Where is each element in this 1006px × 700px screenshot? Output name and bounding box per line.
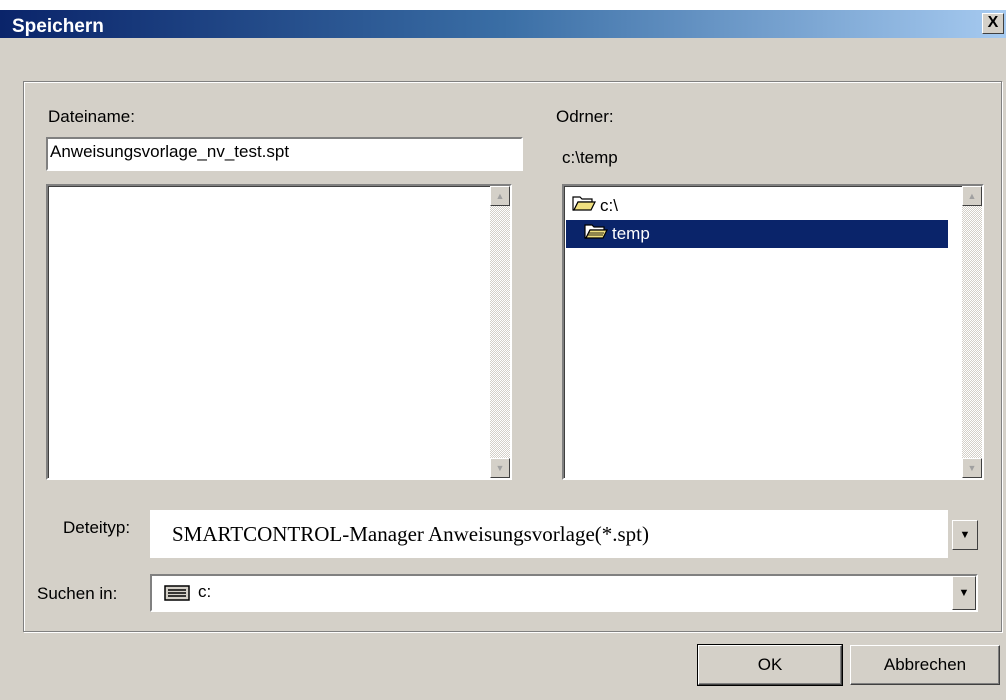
scroll-up-button[interactable]: ▲: [962, 186, 982, 206]
save-dialog: Speichern X Dateiname: Anweisungsvorlage…: [0, 0, 1006, 700]
tree-item-temp[interactable]: temp: [566, 220, 948, 248]
tree-item-root[interactable]: c:\: [572, 192, 618, 220]
lookin-label: Suchen in:: [37, 584, 117, 604]
folder-tree-scrollbar[interactable]: ▲ ▼: [962, 186, 982, 478]
close-icon: X: [987, 14, 999, 31]
scroll-down-button[interactable]: ▼: [962, 458, 982, 478]
lookin-select[interactable]: c: ▼: [150, 574, 978, 612]
dialog-title: Speichern: [12, 16, 104, 37]
scroll-down-button[interactable]: ▼: [490, 458, 510, 478]
open-folder-icon: [584, 221, 608, 249]
filename-label: Dateiname:: [48, 107, 135, 127]
filetype-value: SMARTCONTROL-Manager Anweisungsvorlage(*…: [150, 510, 948, 558]
folder-label-text: Odrner:: [556, 107, 614, 126]
current-folder-path: c:\temp: [562, 148, 618, 167]
title-bar[interactable]: Speichern X: [0, 0, 1006, 38]
filetype-select[interactable]: SMARTCONTROL-Manager Anweisungsvorlage(*…: [150, 510, 978, 558]
folder-label: Odrner:: [556, 107, 614, 127]
lookin-label-text: Suchen in:: [37, 584, 118, 603]
chevron-down-icon[interactable]: ▼: [952, 576, 976, 610]
scroll-up-button[interactable]: ▲: [490, 186, 510, 206]
filename-label-text: Dateiname:: [48, 107, 135, 126]
drive-value: c:: [198, 582, 212, 601]
open-folder-icon: [572, 193, 596, 221]
chevron-down-icon[interactable]: ▼: [952, 520, 978, 550]
tree-item-label: c:\: [600, 196, 618, 215]
folder-tree[interactable]: c:\ temp ▲ ▼: [562, 184, 984, 480]
filetype-label: Deteityp:: [63, 518, 131, 537]
file-list[interactable]: ▲ ▼: [46, 184, 512, 480]
filename-input[interactable]: Anweisungsvorlage_nv_test.spt: [46, 137, 523, 171]
tree-item-label: temp: [612, 224, 650, 243]
drive-icon: [164, 585, 190, 606]
cancel-button[interactable]: Abbrechen: [850, 645, 1000, 685]
file-list-scrollbar[interactable]: ▲ ▼: [490, 186, 510, 478]
ok-button[interactable]: OK: [697, 644, 843, 686]
close-button[interactable]: X: [982, 13, 1004, 34]
